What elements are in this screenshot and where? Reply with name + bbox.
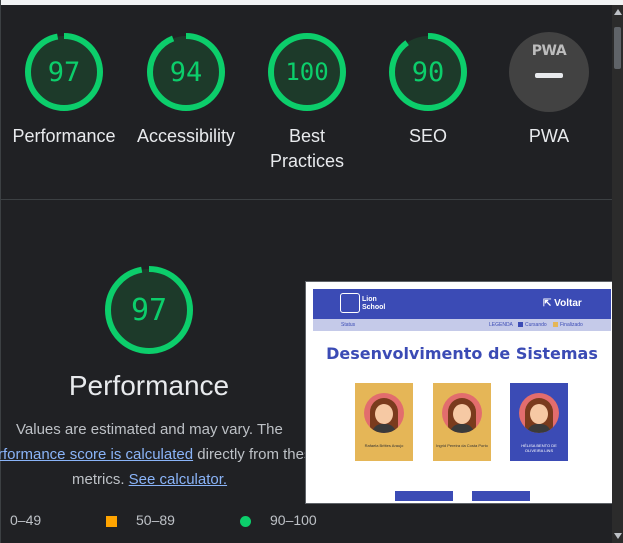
student-card-partial xyxy=(395,491,453,501)
thumbnail-legend-item1: Cursando xyxy=(525,322,547,328)
thumbnail-header: Lion School ⇱ Voltar xyxy=(313,289,611,319)
thumbnail-back-label: Voltar xyxy=(554,298,582,309)
logo-line2: School xyxy=(362,304,386,311)
pwa-badge-text: PWA xyxy=(531,43,567,59)
final-screenshot-thumbnail[interactable]: Lion School ⇱ Voltar Status LEGENDA Curs… xyxy=(306,282,613,503)
student-name: Ingrid Pereira da Costa Porto xyxy=(436,443,488,448)
student-card: HÉLISA BENTO DE OLIVEIRA LINS xyxy=(510,383,568,461)
thumbnail-status-label: Status xyxy=(341,322,356,328)
seo-label: SEO xyxy=(408,126,447,146)
window-top-border xyxy=(0,0,623,5)
thumbnail-legend-label: LEGENDA xyxy=(489,322,513,328)
scrollbar-thumb[interactable] xyxy=(614,27,621,69)
accessibility-gauge[interactable]: 94 xyxy=(145,31,227,113)
logo-line1: Lion xyxy=(362,296,377,303)
description-line3-prefix: metrics. xyxy=(72,471,125,488)
legend-pass-label: 90–100 xyxy=(270,512,317,528)
student-avatar xyxy=(364,393,404,433)
student-card: Rafaela Brittes Araujo xyxy=(355,383,413,461)
student-card-partial xyxy=(472,491,530,501)
cursando-square-icon xyxy=(518,322,523,327)
see-calculator-link[interactable]: See calculator. xyxy=(129,471,227,488)
best-practices-label-line1: Best xyxy=(288,126,326,146)
best-practices-gauge[interactable]: 100 xyxy=(266,31,348,113)
seo-gauge[interactable]: 90 xyxy=(387,31,469,113)
pass-circle-icon xyxy=(240,516,251,527)
section-divider xyxy=(1,199,612,200)
lion-logo-icon xyxy=(340,293,360,313)
external-link-icon: ⇱ xyxy=(543,298,552,309)
student-avatar xyxy=(519,393,559,433)
score-calculated-link[interactable]: rformance score is calculated xyxy=(0,446,193,463)
legend-average-label: 50–89 xyxy=(136,512,175,528)
accessibility-score: 94 xyxy=(169,56,203,88)
finalizado-square-icon xyxy=(553,322,558,327)
performance-gauge[interactable]: 97 xyxy=(23,31,105,113)
student-name: Rafaela Brittes Araujo xyxy=(364,443,404,448)
pwa-label: PWA xyxy=(528,126,570,146)
pwa-badge[interactable]: PWA xyxy=(509,32,589,112)
student-avatar xyxy=(442,393,482,433)
performance-detail-title: Performance xyxy=(68,370,230,401)
best-practices-score: 100 xyxy=(285,58,329,86)
student-name: HÉLISA BENTO DE OLIVEIRA LINS xyxy=(521,443,557,453)
performance-label: Performance xyxy=(12,126,116,146)
performance-score: 97 xyxy=(47,56,81,88)
student-card: Ingrid Pereira da Costa Porto xyxy=(433,383,491,461)
best-practices-label-line2: Practices xyxy=(269,151,345,171)
thumbnail-status-bar: Status LEGENDA Cursando Finalizado xyxy=(313,319,611,331)
accessibility-label: Accessibility xyxy=(136,126,236,146)
thumbnail-back-button: ⇱ Voltar xyxy=(543,298,582,309)
thumbnail-title: Desenvolvimento de Sistemas xyxy=(326,344,598,363)
description-line1: Values are estimated and may vary. The xyxy=(16,421,283,438)
thumbnail-page: Lion School ⇱ Voltar Status LEGENDA Curs… xyxy=(313,289,611,501)
performance-detail-score: 97 xyxy=(130,292,168,328)
best-practices-label: Best Practices xyxy=(242,124,372,174)
performance-detail-gauge: 97 xyxy=(103,264,195,356)
scroll-up-arrow-icon[interactable] xyxy=(614,9,622,15)
average-square-icon xyxy=(106,516,117,527)
vertical-scrollbar[interactable] xyxy=(612,5,623,543)
description-line2: rformance score is calculated directly f… xyxy=(0,442,320,467)
description-line2-tail: directly from these xyxy=(197,446,320,463)
pwa-dash-icon xyxy=(535,73,563,78)
seo-score: 90 xyxy=(411,56,445,88)
legend-fail-label: 0–49 xyxy=(10,512,42,528)
scroll-down-arrow-icon[interactable] xyxy=(614,533,622,539)
thumbnail-logo-text: Lion School xyxy=(362,296,385,312)
description-line3: metrics. See calculator. xyxy=(72,467,227,492)
thumbnail-legend-item2: Finalizado xyxy=(560,322,583,328)
